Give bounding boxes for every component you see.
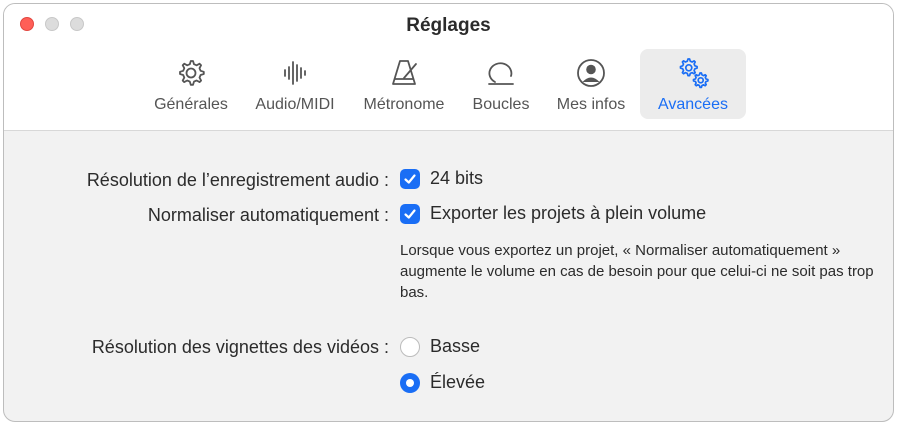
video-thumbnail-high-option: Élevée bbox=[400, 372, 485, 393]
window-title: Réglages bbox=[406, 15, 491, 36]
tab-boucles[interactable]: Boucles bbox=[460, 49, 542, 119]
gear-icon bbox=[179, 60, 205, 86]
radio-elevee-label[interactable]: Élevée bbox=[430, 372, 485, 393]
tab-label: Avancées bbox=[658, 96, 728, 113]
loop-icon bbox=[488, 62, 514, 85]
settings-window: Réglages Générales Audio/MIDI Métronome … bbox=[3, 3, 894, 422]
audio-24bit-checkbox[interactable] bbox=[400, 168, 420, 189]
radio-basse-label[interactable]: Basse bbox=[430, 336, 480, 357]
audio-24bit-label[interactable]: 24 bits bbox=[430, 168, 483, 189]
gears-icon bbox=[679, 58, 709, 89]
titlebar: Réglages Générales Audio/MIDI Métronome … bbox=[4, 4, 893, 131]
normalize-label: Normaliser automatiquement : bbox=[147, 205, 389, 225]
radio-elevee[interactable] bbox=[400, 372, 420, 393]
normalize-help-text: Lorsque vous exportez un projet, « Norma… bbox=[400, 242, 874, 301]
tab-label: Mes infos bbox=[556, 96, 626, 113]
tab-mes-infos[interactable]: Mes infos bbox=[546, 49, 636, 119]
metronome-icon bbox=[392, 60, 417, 85]
normalize-checkbox[interactable] bbox=[400, 203, 420, 224]
tab-metronome[interactable]: Métronome bbox=[352, 49, 456, 119]
video-thumbnail-resolution-label: Résolution des vignettes des vidéos : bbox=[91, 337, 389, 357]
tab-label: Métronome bbox=[363, 96, 445, 113]
normalize-control: Exporter les projets à plein volume bbox=[400, 203, 706, 224]
audio-resolution-label: Résolution de l’enregistrement audio : bbox=[86, 170, 389, 190]
tab-label: Générales bbox=[154, 96, 228, 113]
tab-label: Audio/MIDI bbox=[255, 96, 335, 113]
tab-generales[interactable]: Générales bbox=[144, 49, 238, 119]
person-circle-icon bbox=[577, 59, 605, 87]
tab-avancees[interactable]: Avancées bbox=[640, 49, 746, 119]
normalize-option-label[interactable]: Exporter les projets à plein volume bbox=[430, 203, 706, 224]
tab-audio-midi[interactable]: Audio/MIDI bbox=[242, 49, 348, 119]
audio-resolution-control: 24 bits bbox=[400, 168, 483, 189]
checkmark-icon bbox=[404, 208, 416, 219]
checkmark-icon bbox=[404, 173, 416, 184]
waveform-icon bbox=[284, 61, 306, 85]
radio-basse[interactable] bbox=[400, 336, 420, 357]
video-thumbnail-low-option: Basse bbox=[400, 336, 480, 357]
advanced-settings-pane: Résolution de l’enregistrement audio : 2… bbox=[4, 130, 893, 421]
settings-toolbar: Générales Audio/MIDI Métronome Boucles M… bbox=[144, 49, 746, 119]
tab-label: Boucles bbox=[472, 96, 530, 113]
